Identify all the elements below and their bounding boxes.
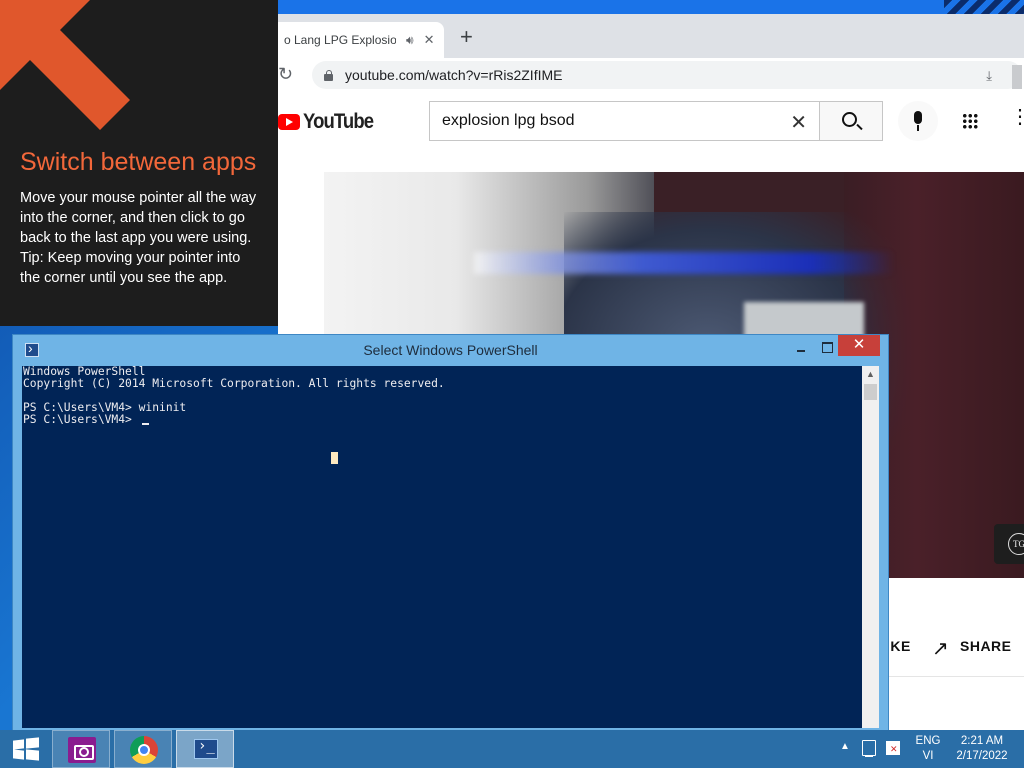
install-app-icon[interactable]: ⤓: [986, 68, 992, 84]
powershell-window: Select Windows PowerShell ✕ Windows Powe…: [12, 334, 889, 736]
channel-watermark[interactable]: TG: [994, 524, 1024, 564]
language-code: ENG: [915, 735, 941, 747]
mouse-pointer: [331, 452, 338, 464]
tab-title: o Lang LPG Explosion: [284, 33, 396, 47]
powershell-titlebar[interactable]: Select Windows PowerShell ✕: [13, 335, 888, 366]
search-input[interactable]: explosion lpg bsod ✕: [429, 101, 820, 141]
scroll-up-icon[interactable]: ▲: [862, 366, 879, 383]
youtube-logo[interactable]: YouTube: [278, 110, 383, 134]
network-icon[interactable]: [862, 740, 876, 757]
powershell-icon: [194, 738, 218, 759]
console-output[interactable]: Windows PowerShell Copyright (C) 2014 Mi…: [22, 366, 862, 728]
tab-close-icon[interactable]: ✕: [424, 32, 435, 48]
video-actions: IKE ↗ SHARE: [878, 632, 1024, 662]
apps-grid-icon[interactable]: [962, 113, 978, 129]
hint-body: Move your mouse pointer all the way into…: [20, 188, 260, 288]
chrome-icon: [130, 736, 158, 764]
windows-logo-icon: [13, 737, 39, 761]
text-cursor: [142, 423, 149, 425]
input-language[interactable]: ENG VI: [912, 734, 944, 764]
search-button[interactable]: [820, 101, 883, 141]
taskbar-powershell-app[interactable]: [176, 730, 234, 768]
start-button[interactable]: [0, 730, 50, 768]
switch-apps-hint: Switch between apps Move your mouse poin…: [0, 0, 278, 326]
hint-title: Switch between apps: [20, 148, 257, 176]
clear-search-icon[interactable]: ✕: [790, 110, 807, 135]
address-bar[interactable]: youtube.com/watch?v=rRis2ZIfIME ⤓: [312, 61, 1022, 89]
taskbar-camera-app[interactable]: [52, 730, 110, 768]
chrome-tab-bar: o Lang LPG Explosion 🔊︎ ✕ +: [278, 14, 1024, 58]
console-text: Windows PowerShell Copyright (C) 2014 Mi…: [23, 366, 445, 426]
lock-icon[interactable]: [324, 69, 333, 81]
reload-icon[interactable]: ↻: [278, 64, 293, 85]
chrome-toolbar: ↻ youtube.com/watch?v=rRis2ZIfIME ⤓: [278, 58, 1024, 92]
hint-tip: Tip: Keep moving your pointer into the c…: [20, 250, 241, 286]
action-center-icon[interactable]: [886, 741, 900, 755]
youtube-play-icon: [278, 114, 300, 130]
window-title: Select Windows PowerShell: [363, 342, 538, 358]
new-tab-button[interactable]: +: [460, 26, 473, 48]
arrow-up-left-icon: [0, 0, 130, 130]
watermark-text: TG: [1008, 533, 1024, 555]
taskbar: ▲ ENG VI 2:21 AM 2/17/2022: [0, 730, 1024, 768]
window-top-strip: [278, 0, 1024, 14]
clock-date: 2/17/2022: [956, 750, 1008, 762]
vertical-scrollbar[interactable]: ▲: [862, 366, 879, 728]
divider: [888, 676, 1024, 677]
search-value: explosion lpg bsod: [442, 112, 575, 129]
camera-icon: [68, 737, 96, 763]
youtube-logo-text: YouTube: [303, 110, 374, 133]
microphone-icon: [914, 111, 922, 124]
clock[interactable]: 2:21 AM 2/17/2022: [950, 734, 1014, 764]
hint-text: Move your mouse pointer all the way into…: [20, 190, 257, 246]
voice-search-button[interactable]: [898, 101, 938, 141]
share-icon[interactable]: ↗: [932, 636, 949, 661]
youtube-header: YouTube explosion lpg bsod ✕ ⋮: [278, 92, 1024, 150]
more-options-icon[interactable]: ⋮: [1010, 107, 1024, 127]
like-button[interactable]: IKE: [886, 638, 911, 654]
share-button[interactable]: SHARE: [960, 638, 1012, 654]
taskbar-chrome-app[interactable]: [114, 730, 172, 768]
search-icon: [842, 112, 857, 127]
show-hidden-icons-icon[interactable]: ▲: [840, 741, 850, 752]
chrome-tab[interactable]: o Lang LPG Explosion 🔊︎ ✕: [278, 22, 444, 58]
window-top-strip-dark: [944, 0, 1024, 14]
scrollbar-thumb[interactable]: [864, 384, 877, 400]
speaker-icon[interactable]: 🔊︎: [406, 33, 414, 48]
video-frame-region: [474, 252, 894, 274]
minimize-button[interactable]: [789, 339, 815, 359]
close-button[interactable]: ✕: [838, 335, 880, 356]
url-text[interactable]: youtube.com/watch?v=rRis2ZIfIME: [345, 67, 562, 83]
clock-time: 2:21 AM: [960, 735, 1004, 747]
scrollbar[interactable]: [1012, 65, 1022, 89]
keyboard-layout: VI: [922, 750, 934, 762]
